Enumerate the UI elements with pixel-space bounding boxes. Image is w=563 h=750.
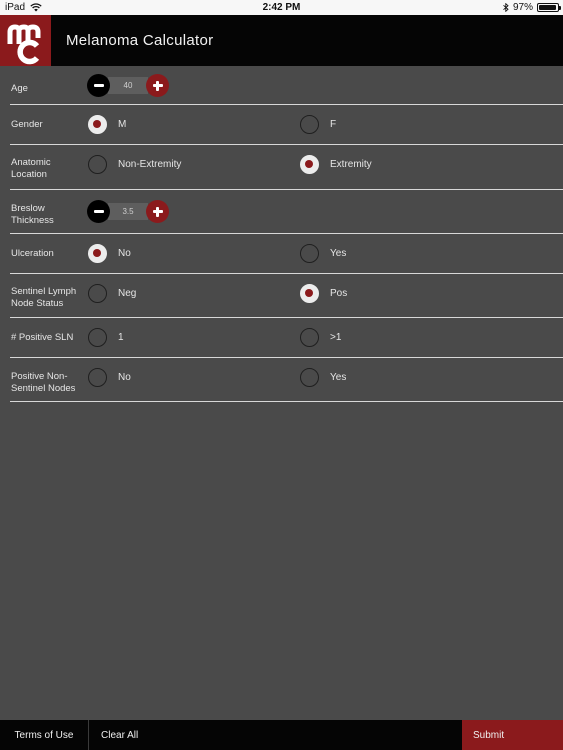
positive-sln-label: # Positive SLN (11, 332, 74, 343)
sentinel-option-neg[interactable]: Neg (88, 284, 136, 303)
gender-option-f[interactable]: F (300, 115, 336, 134)
app-logo (0, 15, 51, 66)
option-label: Non-Extremity (118, 159, 182, 170)
age-row: Age 40 (10, 66, 563, 105)
app-title: Melanoma Calculator (66, 32, 214, 49)
plus-icon (152, 80, 163, 91)
radio-selected[interactable] (300, 155, 319, 174)
submit-button[interactable]: Submit (462, 720, 563, 750)
gender-row: Gender M F (10, 105, 563, 145)
location-option-extremity[interactable]: Extremity (300, 155, 372, 174)
radio-unselected[interactable] (88, 284, 107, 303)
non-sentinel-option-no[interactable]: No (88, 368, 131, 387)
radio-unselected[interactable] (88, 368, 107, 387)
breslow-value[interactable]: 3.5 (108, 203, 148, 220)
option-label: Extremity (330, 159, 372, 170)
location-option-non-extremity[interactable]: Non-Extremity (88, 155, 181, 174)
gender-label: Gender (11, 119, 43, 130)
ulceration-row: Ulceration No Yes (10, 234, 563, 274)
option-label: Yes (330, 248, 347, 259)
anatomic-location-row: Anatomic Location Non-Extremity Extremit… (10, 145, 563, 190)
positive-non-sentinel-row: Positive Non-Sentinel Nodes No Yes (10, 358, 563, 402)
age-label: Age (11, 83, 28, 94)
radio-unselected[interactable] (300, 115, 319, 134)
sln-option-more-than-1[interactable]: >1 (300, 328, 341, 347)
sln-option-1[interactable]: 1 (88, 328, 124, 347)
radio-unselected[interactable] (300, 244, 319, 263)
bluetooth-icon (503, 3, 509, 12)
divider (10, 401, 563, 402)
ulceration-option-no[interactable]: No (88, 244, 131, 263)
positive-non-sentinel-label: Positive Non-Sentinel Nodes (11, 371, 76, 394)
minus-icon (93, 84, 104, 87)
option-label: M (118, 119, 127, 130)
radio-unselected[interactable] (300, 328, 319, 347)
radio-selected[interactable] (88, 244, 107, 263)
positive-sln-row: # Positive SLN 1 >1 (10, 318, 563, 358)
breslow-thickness-row: Breslow Thickness 3.5 (10, 190, 563, 234)
ulceration-label: Ulceration (11, 248, 54, 259)
radio-unselected[interactable] (88, 328, 107, 347)
radio-selected[interactable] (88, 115, 107, 134)
breslow-increment-button[interactable] (146, 200, 169, 223)
app-header: Melanoma Calculator (0, 15, 563, 66)
sentinel-option-pos[interactable]: Pos (300, 284, 347, 303)
option-label: F (330, 119, 337, 130)
age-decrement-button[interactable] (87, 74, 110, 97)
status-time: 2:42 PM (262, 2, 301, 13)
anatomic-location-label: Anatomic Location (11, 157, 51, 180)
non-sentinel-option-yes[interactable]: Yes (300, 368, 346, 387)
status-bar: iPad 2:42 PM 97% (0, 0, 563, 15)
option-label: No (118, 372, 131, 383)
breslow-decrement-button[interactable] (87, 200, 110, 223)
sentinel-status-row: Sentinel Lymph Node Status Neg Pos (10, 274, 563, 318)
battery-percent: 97% (512, 2, 533, 13)
breslow-stepper: 3.5 (87, 200, 169, 223)
breslow-thickness-label: Breslow Thickness (11, 203, 54, 226)
minus-icon (93, 210, 104, 213)
option-label: No (118, 248, 131, 259)
radio-unselected[interactable] (300, 368, 319, 387)
option-label: Yes (330, 372, 347, 383)
age-stepper: 40 (87, 74, 169, 97)
plus-icon (152, 206, 163, 217)
age-value[interactable]: 40 (108, 77, 148, 94)
option-label: >1 (330, 332, 342, 343)
ulceration-option-yes[interactable]: Yes (300, 244, 346, 263)
gender-option-m[interactable]: M (88, 115, 126, 134)
terms-of-use-button[interactable]: Terms of Use (0, 720, 89, 750)
radio-unselected[interactable] (88, 155, 107, 174)
age-increment-button[interactable] (146, 74, 169, 97)
battery-icon (537, 3, 561, 12)
option-label: 1 (118, 332, 124, 343)
clear-all-button[interactable]: Clear All (101, 720, 138, 750)
radio-selected[interactable] (300, 284, 319, 303)
bottom-toolbar: Terms of Use Clear All Submit (0, 720, 563, 750)
option-label: Pos (330, 288, 348, 299)
sentinel-status-label: Sentinel Lymph Node Status (11, 286, 77, 309)
option-label: Neg (118, 288, 137, 299)
